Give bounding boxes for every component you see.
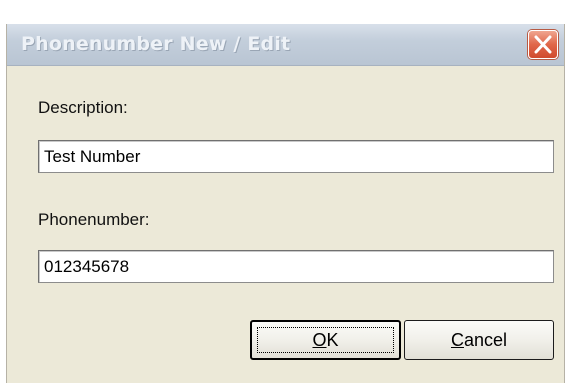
description-field[interactable]: Test Number (38, 140, 554, 173)
ok-button-label: OK (312, 330, 339, 350)
cancel-button-label: Cancel (450, 330, 508, 350)
ok-button[interactable]: OK (250, 320, 401, 360)
phonenumber-label: Phonenumber: (38, 210, 150, 229)
close-button[interactable] (528, 30, 558, 59)
window-title: Phonenumber New / Edit (21, 33, 291, 55)
cancel-button[interactable]: Cancel (404, 320, 554, 360)
phonenumber-field[interactable]: 012345678 (38, 250, 554, 283)
dialog-window: Phonenumber New / Edit Description: Test… (6, 24, 565, 383)
close-icon (534, 35, 552, 54)
title-bar[interactable]: Phonenumber New / Edit (7, 24, 564, 66)
description-label: Description: (38, 98, 128, 117)
